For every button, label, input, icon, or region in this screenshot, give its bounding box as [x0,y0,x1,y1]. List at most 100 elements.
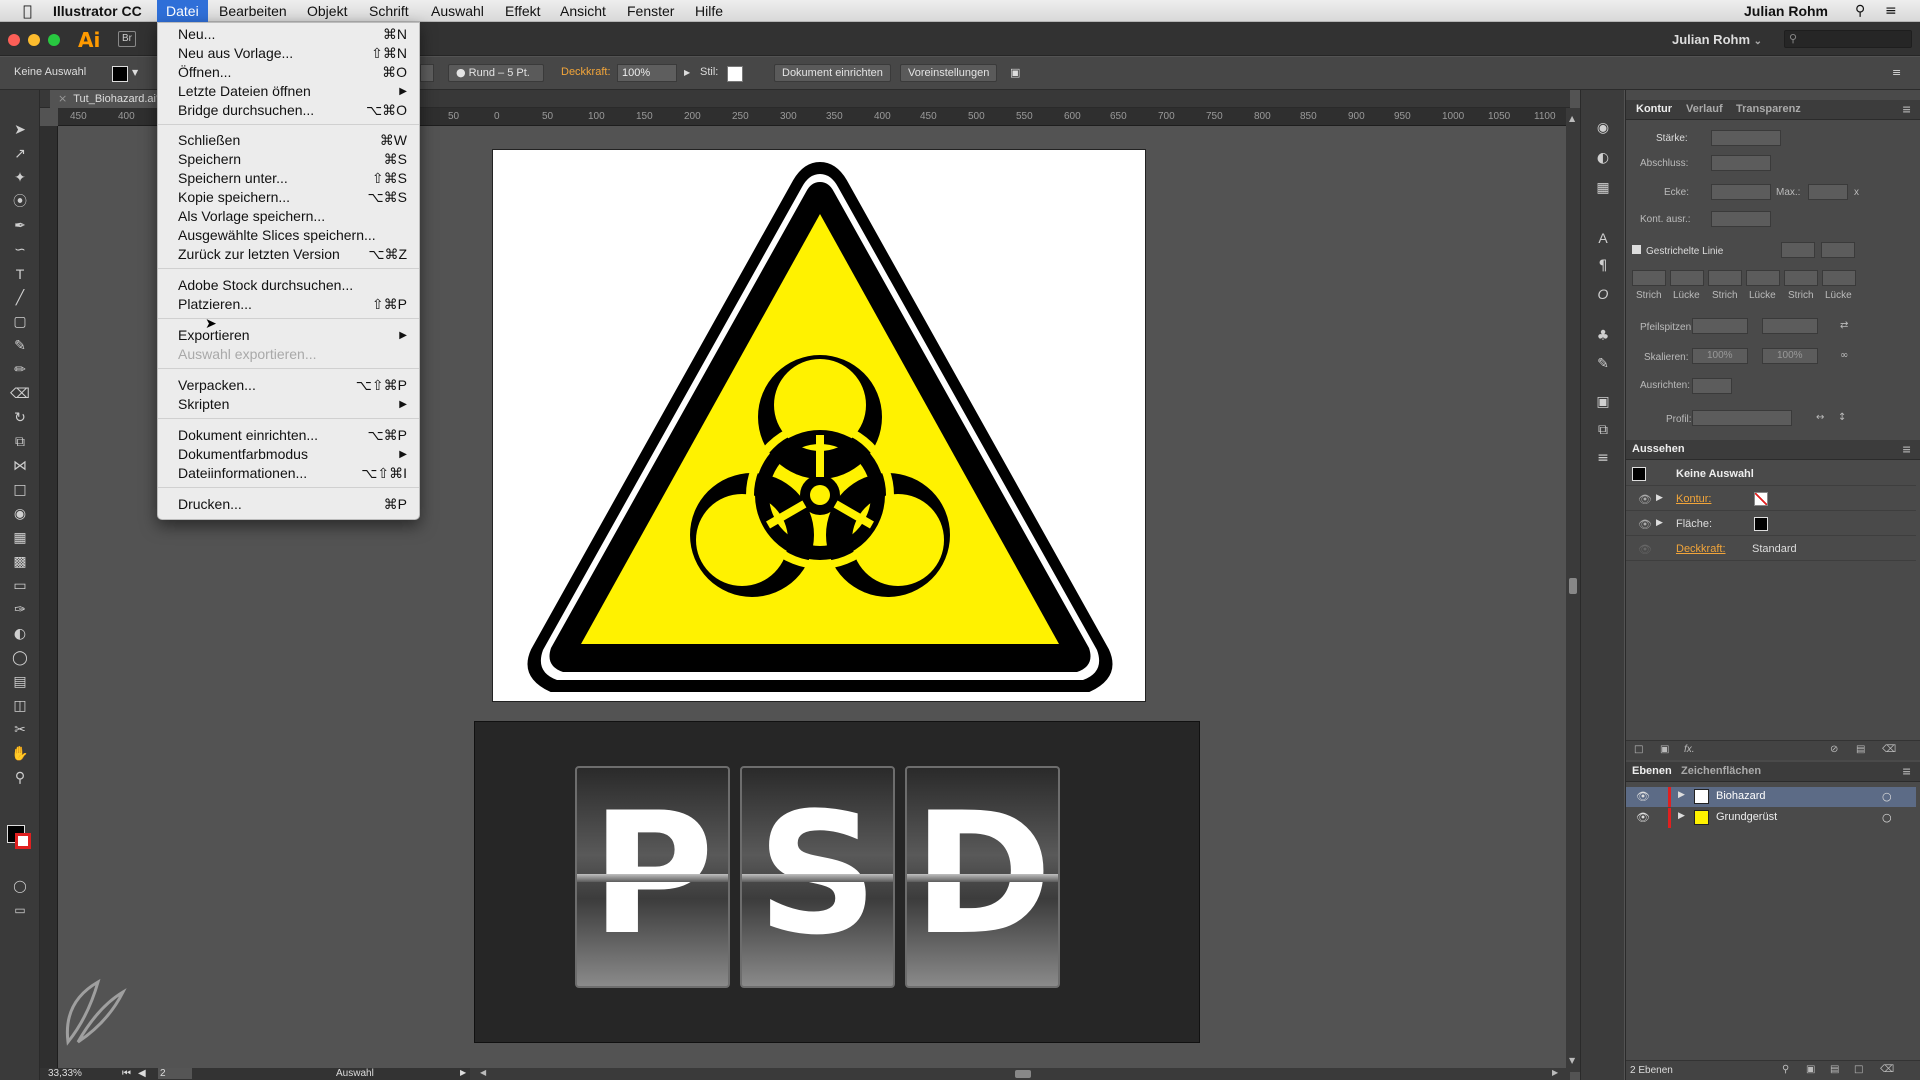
stroke-attribute-label[interactable]: Kontur: [1676,493,1711,505]
symbols-icon[interactable]: ♣ [1593,326,1613,346]
artboard-number-field[interactable]: 2 [158,1068,192,1079]
panel-menu-icon[interactable]: ≡ [1902,443,1911,456]
layer-row-biohazard[interactable]: 👁 ▶ Biohazard ○ [1626,787,1916,807]
magic-wand-tool-icon[interactable]: ✦ [10,168,30,188]
selection-tool-icon[interactable]: ➤ [10,120,30,140]
menu-item-adobe-stock[interactable]: Adobe Stock durchsuchen... [158,276,419,295]
fill-black-swatch[interactable] [1754,517,1768,531]
perspective-grid-tool-icon[interactable]: ▦ [10,528,30,548]
paintbrush-tool-icon[interactable]: ✎ [10,336,30,356]
layer-target-icon[interactable]: ○ [1882,790,1892,803]
menu-item-oeffnen[interactable]: Öffnen... ⌘O [158,63,419,82]
menu-item-platzieren[interactable]: Platzieren... ⇧⌘P [158,295,419,314]
symbol-sprayer-tool-icon[interactable]: ◯ [10,648,30,668]
dash-input-2[interactable] [1708,270,1742,286]
hand-tool-icon[interactable]: ✋ [10,744,30,764]
brush-definition-dropdown[interactable]: ● Rund – 5 Pt. [448,64,544,82]
make-clipping-mask-icon[interactable]: ▣ [1806,1064,1815,1075]
stroke-weight-input[interactable] [1711,130,1781,146]
menu-item-exportieren[interactable]: Exportieren ▶ [158,326,419,345]
menu-item-speichern-unter[interactable]: Speichern unter... ⇧⌘S [158,169,419,188]
layer-row-grundgeruest[interactable]: 👁 ▶ Grundgerüst ○ [1626,808,1916,828]
gap-input-2[interactable] [1746,270,1780,286]
color-icon[interactable]: ◐ [1593,148,1613,168]
free-transform-tool-icon[interactable]: □ [10,480,30,500]
menu-hilfe[interactable]: Hilfe [686,0,732,22]
visibility-eye-icon[interactable]: 👁 [1638,543,1652,556]
style-swatch[interactable] [727,66,743,82]
menu-schrift[interactable]: Schrift [360,0,418,22]
scroll-right-icon[interactable]: ▶ [1552,1068,1558,1077]
cap-buttons[interactable] [1711,155,1771,171]
gap-input-3[interactable] [1822,270,1856,286]
slice-tool-icon[interactable]: ✂ [10,720,30,740]
transform-icon[interactable]: ⧉ [1593,420,1613,440]
link-scale-icon[interactable]: ∞ [1840,350,1848,361]
color-guide-icon[interactable]: ◉ [1593,118,1613,138]
swap-arrowheads-icon[interactable]: ⇄ [1840,320,1848,331]
delete-layer-icon[interactable]: ⌫ [1880,1064,1894,1075]
appearance-fill-row[interactable]: 👁 ▶ Fläche: [1626,514,1916,536]
gap-input-1[interactable] [1670,270,1704,286]
panel-menu-icon[interactable]: ≡ [1902,765,1911,778]
draw-mode-icon[interactable]: ◯ [10,876,30,896]
arrange-documents-icon[interactable]: ▣ [1010,66,1020,79]
document-setup-button[interactable]: Dokument einrichten [774,64,891,82]
document-tab[interactable]: × Tut_Biohazard.ai* [50,90,169,108]
zoom-tool-icon[interactable]: ⚲ [10,768,30,788]
previous-artboard-icon[interactable]: ◀ [138,1068,146,1079]
app-menu[interactable]: Illustrator CC [44,0,151,22]
visibility-eye-icon[interactable]: 👁 [1638,518,1652,531]
vertical-scrollbar[interactable]: ▲ ▼ [1566,108,1580,1072]
menu-ansicht[interactable]: Ansicht [551,0,615,22]
eraser-tool-icon[interactable]: ⌫ [10,384,30,404]
arrowhead-start-dropdown[interactable] [1692,318,1748,334]
eyedropper-tool-icon[interactable]: ✑ [10,600,30,620]
menu-item-neu[interactable]: Neu... ⌘N [158,25,419,44]
artboard-tool-icon[interactable]: ◫ [10,696,30,716]
column-graph-tool-icon[interactable]: ▤ [10,672,30,692]
pathfinder-icon[interactable]: ▣ [1593,392,1613,412]
layer-target-icon[interactable]: ○ [1882,811,1892,824]
flip-profile-icon[interactable]: ↔ [1816,412,1824,423]
direct-selection-tool-icon[interactable]: ↗ [10,144,30,164]
dash-align-toggle[interactable] [1821,242,1855,258]
fill-color-swatch[interactable] [112,66,128,82]
scroll-thumb[interactable] [1015,1070,1031,1078]
scroll-left-icon[interactable]: ◀ [480,1068,486,1077]
opacity-label[interactable]: Deckkraft: [561,66,611,78]
align-stroke-buttons[interactable] [1711,211,1771,227]
menu-objekt[interactable]: Objekt [298,0,356,22]
minimize-window-button[interactable] [28,34,40,46]
close-tab-icon[interactable]: × [58,92,67,105]
opacity-slider-arrow-icon[interactable]: ▶ [684,68,690,77]
blend-tool-icon[interactable]: ◐ [10,624,30,644]
menu-item-dokument-einrichten[interactable]: Dokument einrichten... ⌥⌘P [158,426,419,445]
scroll-thumb[interactable] [1569,578,1577,594]
expand-triangle-icon[interactable]: ▶ [1678,790,1685,800]
menu-item-dokumentfarbmodus[interactable]: Dokumentfarbmodus ▶ [158,445,419,464]
dash-input-3[interactable] [1784,270,1818,286]
chevron-down-icon[interactable]: ▼ [132,68,138,77]
create-sublayer-icon[interactable]: ▤ [1830,1064,1839,1075]
spotlight-icon[interactable]: ⚲ [1846,0,1874,22]
scale-tool-icon[interactable]: ⧉ [10,432,30,452]
panel-menu-icon[interactable]: ≡ [1892,66,1901,79]
notification-list-icon[interactable]: ≡ [1876,0,1906,22]
zoom-window-button[interactable] [48,34,60,46]
apple-menu-icon[interactable]:  [14,0,41,22]
menu-item-speichern[interactable]: Speichern ⌘S [158,150,419,169]
opacity-attribute-label[interactable]: Deckkraft: [1676,543,1726,555]
menu-item-kopie-speichern[interactable]: Kopie speichern... ⌥⌘S [158,188,419,207]
account-menu[interactable]: Julian Rohm ⌄ [1672,32,1762,47]
visibility-eye-icon[interactable]: 👁 [1638,493,1652,506]
align-icon[interactable]: ≡ [1593,448,1613,468]
panel-menu-icon[interactable]: ≡ [1902,103,1911,116]
menu-item-neu-aus-vorlage[interactable]: Neu aus Vorlage... ⇧⌘N [158,44,419,63]
dashed-line-checkbox[interactable] [1632,245,1641,254]
menu-item-als-vorlage[interactable]: Als Vorlage speichern... [158,207,419,226]
artboard-biohazard[interactable] [492,149,1146,702]
width-profile-dropdown[interactable] [1692,410,1792,426]
stroke-none-swatch[interactable] [1754,492,1768,506]
width-tool-icon[interactable]: ⋈ [10,456,30,476]
